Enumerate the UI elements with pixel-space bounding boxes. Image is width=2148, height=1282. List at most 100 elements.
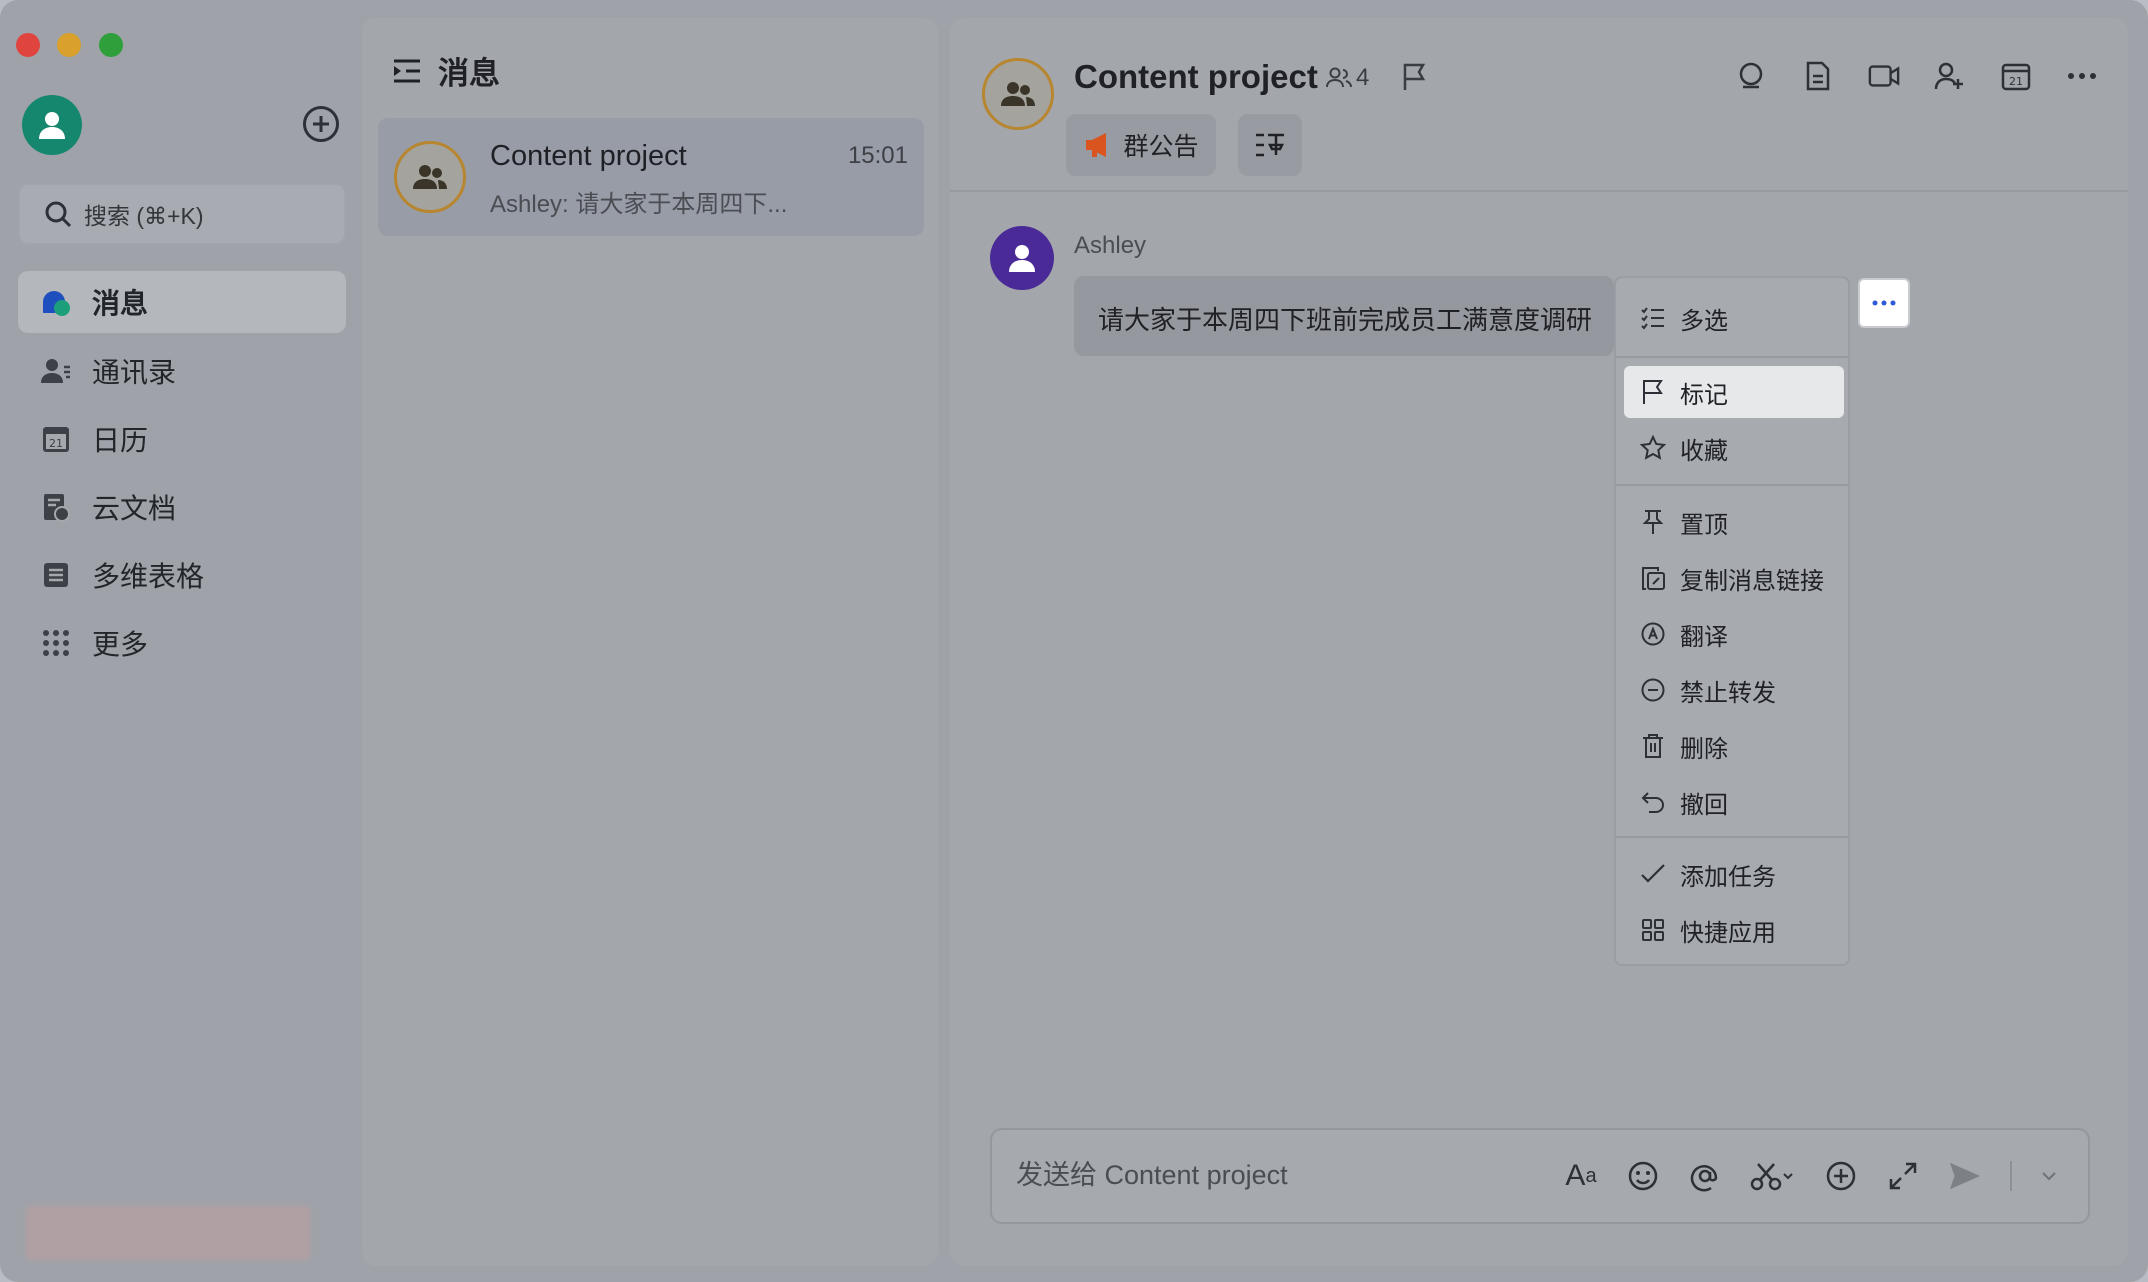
- sidebar-item-more[interactable]: 更多: [18, 612, 346, 674]
- star-icon: [1640, 435, 1666, 461]
- add-task-icon: [1640, 861, 1666, 887]
- message-text: 请大家于本周四下班前完成员工满意度调研: [1098, 305, 1593, 335]
- menu-item-add-task[interactable]: 添加任务: [1624, 848, 1844, 900]
- no-forward-icon: [1640, 677, 1666, 703]
- menu-item-translate[interactable]: 翻译: [1624, 608, 1844, 660]
- pin-icon: [1640, 509, 1666, 535]
- redacted-area: [26, 1206, 310, 1260]
- screenshot-scissors-icon[interactable]: [1750, 1158, 1796, 1194]
- calendar-icon: 21: [40, 423, 72, 455]
- cloud-docs-icon: [40, 491, 72, 523]
- quick-apps-icon: [1640, 917, 1666, 943]
- pinned-chip[interactable]: [1238, 114, 1302, 176]
- message-bubble[interactable]: 请大家于本周四下班前完成员工满意度调研: [1074, 276, 1614, 356]
- trash-icon: [1640, 733, 1666, 759]
- send-options-chevron-icon[interactable]: [2040, 1158, 2058, 1194]
- collapse-list-icon[interactable]: [392, 57, 422, 85]
- ellipsis-icon: [1872, 300, 1896, 306]
- sidebar-item-messages[interactable]: 消息: [18, 271, 346, 333]
- add-member-icon[interactable]: [1934, 60, 1966, 92]
- menu-item-label: 快捷应用: [1680, 919, 1776, 947]
- flag-icon: [1640, 379, 1666, 405]
- sidebar-item-cloud-docs[interactable]: 云文档: [18, 476, 346, 538]
- search-input[interactable]: 搜索 (⌘+K): [18, 183, 346, 245]
- sidebar-item-label: 多维表格: [92, 561, 205, 592]
- group-icon: [1001, 82, 1035, 106]
- chat-header-avatar[interactable]: [982, 58, 1054, 130]
- members-icon: [1326, 67, 1352, 88]
- flag-chat-button[interactable]: [1402, 62, 1428, 97]
- sidebar-item-label: 更多: [92, 629, 149, 660]
- menu-item-label: 禁止转发: [1680, 679, 1776, 707]
- menu-item-label: 撤回: [1680, 791, 1728, 819]
- menu-item-copy-link[interactable]: 复制消息链接: [1624, 552, 1844, 604]
- user-avatar[interactable]: [22, 95, 82, 155]
- expand-icon[interactable]: [1886, 1158, 1920, 1194]
- member-count-value: 4: [1356, 64, 1370, 91]
- sidebar-item-label: 消息: [92, 288, 149, 319]
- svg-text:21: 21: [49, 437, 63, 450]
- megaphone-icon: [1086, 133, 1107, 157]
- sidebar-item-contacts[interactable]: 通讯录: [18, 340, 346, 402]
- mention-icon[interactable]: [1688, 1158, 1722, 1194]
- member-count[interactable]: 4: [1326, 64, 1369, 92]
- search-icon: [45, 201, 72, 228]
- composer-toolbar: Aa: [1564, 1158, 2058, 1194]
- search-chat-icon[interactable]: [1736, 60, 1768, 92]
- send-icon[interactable]: [1948, 1158, 1982, 1194]
- svg-text:21: 21: [2009, 75, 2023, 88]
- menu-item-quick-apps[interactable]: 快捷应用: [1624, 904, 1844, 956]
- add-attachment-icon[interactable]: [1824, 1158, 1858, 1194]
- base-table-icon: [40, 559, 72, 591]
- menu-item-favorite[interactable]: 收藏: [1624, 422, 1844, 474]
- menu-divider: [1616, 356, 1848, 358]
- message-input[interactable]: [1016, 1160, 1536, 1191]
- create-plus-button[interactable]: [303, 106, 339, 142]
- menu-item-flag[interactable]: 标记: [1624, 366, 1844, 418]
- menu-item-no-forward[interactable]: 禁止转发: [1624, 664, 1844, 716]
- contacts-icon: [40, 355, 72, 387]
- message-sender: Ashley: [1074, 232, 1147, 259]
- menu-item-label: 删除: [1680, 735, 1728, 763]
- menu-item-label: 复制消息链接: [1680, 567, 1824, 595]
- copy-link-icon: [1640, 565, 1666, 591]
- menu-item-pin[interactable]: 置顶: [1624, 496, 1844, 548]
- chat-title[interactable]: Content project: [1074, 58, 1318, 96]
- app-window: 搜索 (⌘+K) 消息 通讯录 21 日历 云文档 多维表格 更多 消息 Con…: [0, 0, 2148, 1282]
- more-apps-icon: [40, 627, 72, 659]
- search-placeholder: 搜索 (⌘+K): [84, 203, 204, 229]
- header-divider: [950, 190, 2128, 192]
- menu-item-multi-select[interactable]: 多选: [1624, 292, 1844, 344]
- sidebar-item-label: 通讯录: [92, 357, 177, 388]
- send-divider: [2010, 1161, 2012, 1191]
- chat-panel: Content project 4 群公告 21 Ashley 请大家于本周四下…: [950, 18, 2128, 1266]
- announcement-chip[interactable]: 群公告: [1066, 114, 1216, 176]
- emoji-icon[interactable]: [1626, 1158, 1660, 1194]
- pin-list-icon: [1256, 133, 1285, 157]
- docs-icon[interactable]: [1802, 60, 1834, 92]
- menu-item-label: 多选: [1680, 307, 1728, 335]
- calendar-event-icon[interactable]: 21: [2000, 60, 2032, 92]
- sender-avatar[interactable]: [990, 226, 1054, 290]
- messages-icon: [40, 286, 72, 318]
- sidebar: 搜索 (⌘+K) 消息 通讯录 21 日历 云文档 多维表格 更多: [0, 0, 360, 1282]
- sidebar-item-base-table[interactable]: 多维表格: [18, 544, 346, 606]
- sidebar-item-calendar[interactable]: 21 日历: [18, 408, 346, 470]
- group-avatar: [394, 141, 466, 213]
- translate-icon: [1640, 621, 1666, 647]
- chat-time: 15:01: [847, 142, 908, 169]
- menu-item-delete[interactable]: 删除: [1624, 720, 1844, 772]
- text-format-icon[interactable]: Aa: [1564, 1158, 1598, 1194]
- more-options-icon[interactable]: [2066, 60, 2098, 92]
- video-call-icon[interactable]: [1868, 60, 1900, 92]
- group-icon: [413, 165, 447, 189]
- list-header: 消息: [392, 48, 500, 93]
- list-title: 消息: [438, 56, 500, 91]
- chat-list-item[interactable]: Content project 15:01 Ashley: 请大家于本周四下..…: [378, 118, 924, 236]
- message-more-button[interactable]: [1858, 278, 1910, 328]
- menu-item-recall[interactable]: 撤回: [1624, 776, 1844, 828]
- flag-icon: [1403, 63, 1426, 90]
- person-icon: [39, 112, 65, 139]
- menu-item-label: 翻译: [1680, 623, 1728, 651]
- chat-preview: Ashley: 请大家于本周四下...: [490, 191, 788, 218]
